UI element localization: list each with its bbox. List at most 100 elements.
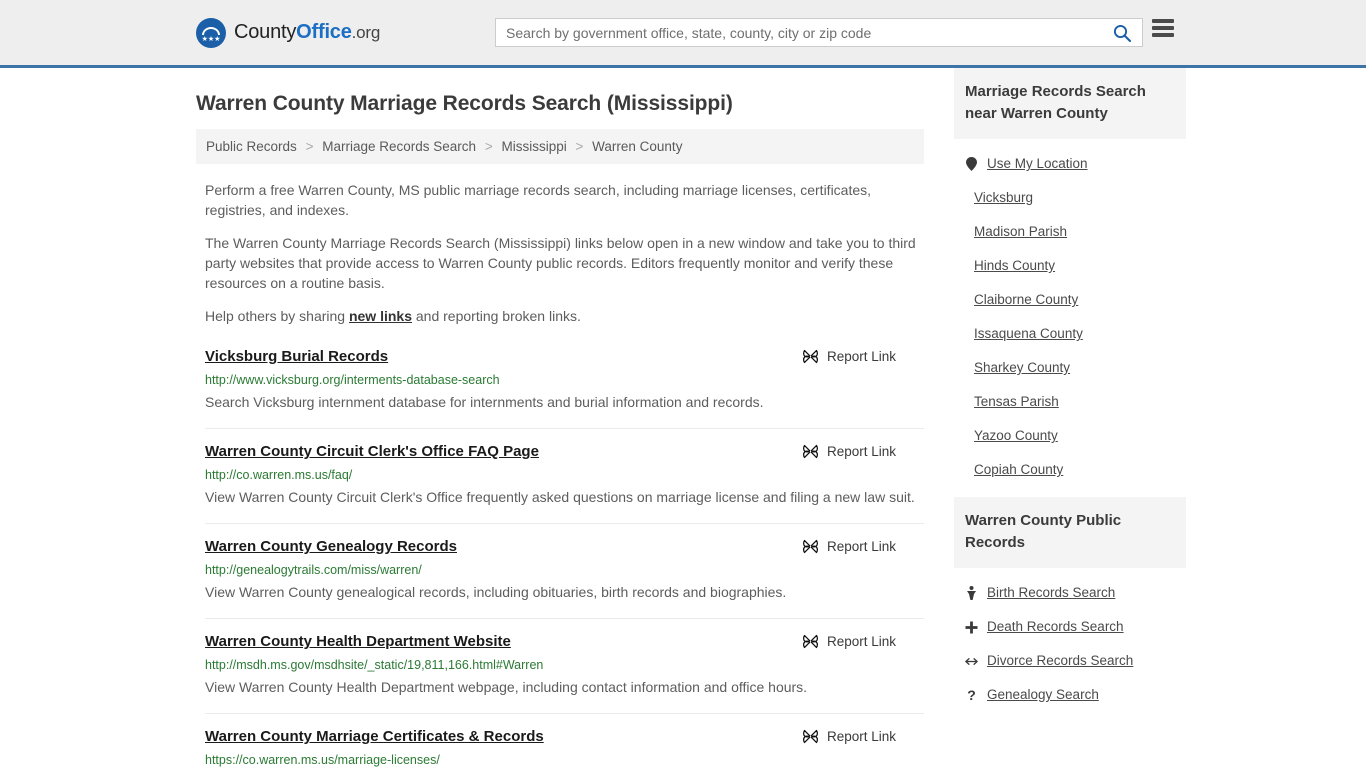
sidebar-nearby-item[interactable]: Madison Parish <box>965 215 1186 249</box>
intro-paragraph-3: Help others by sharing new links and rep… <box>196 306 924 326</box>
sidebar-nearby-link[interactable]: Madison Parish <box>974 223 1067 241</box>
sidebar-nearby-link[interactable]: Claiborne County <box>974 291 1078 309</box>
sidebar-public-records-link[interactable]: Divorce Records Search <box>987 652 1133 670</box>
sidebar-nearby-link[interactable]: Issaquena County <box>974 325 1083 343</box>
sidebar-public-records-item[interactable]: Divorce Records Search <box>965 644 1186 678</box>
broken-link-icon <box>802 444 818 459</box>
report-link-label: Report Link <box>826 634 896 649</box>
broken-link-icon <box>802 634 818 649</box>
report-link-button[interactable]: Report Link <box>802 728 924 745</box>
breadcrumb-separator: > <box>575 139 584 154</box>
sidebar-nearby-link[interactable]: Yazoo County <box>974 427 1058 445</box>
breadcrumb: Public Records > Marriage Records Search… <box>196 129 924 164</box>
breadcrumb-item-2[interactable]: Mississippi <box>501 139 566 154</box>
breadcrumb-separator: > <box>484 139 493 154</box>
resource-link-description: View Warren County Health Department web… <box>205 679 808 695</box>
resource-link-description: View Warren County genealogical records,… <box>205 584 787 600</box>
breadcrumb-item-1[interactable]: Marriage Records Search <box>322 139 476 154</box>
broken-link-icon <box>802 349 818 364</box>
sidebar-nearby-heading: Marriage Records Search near Warren Coun… <box>954 68 1186 139</box>
site-header: ★★★ CountyOffice.org <box>0 0 1366 68</box>
resource-link-item: Warren County Genealogy Records Report Li… <box>205 523 924 618</box>
resource-link-description: Search Vicksburg internment database for… <box>205 394 764 410</box>
search-input[interactable] <box>496 19 1108 46</box>
page-title: Warren County Marriage Records Search (M… <box>196 92 733 115</box>
sidebar-public-records-heading: Warren County Public Records <box>954 497 1186 568</box>
sidebar-nearby-link[interactable]: Use My Location <box>987 155 1088 173</box>
resource-link-title[interactable]: Warren County Genealogy Records <box>205 537 457 556</box>
intro-text: Perform a free Warren County, MS public … <box>196 180 924 326</box>
resource-link-item: Warren County Circuit Clerk's Office FAQ… <box>205 428 924 523</box>
sidebar-nearby-link[interactable]: Sharkey County <box>974 359 1070 377</box>
resource-link-title[interactable]: Warren County Circuit Clerk's Office FAQ… <box>205 442 539 461</box>
intro-p3-after: and reporting broken links. <box>412 308 581 324</box>
sidebar-nearby-item[interactable]: Hinds County <box>965 249 1186 283</box>
resource-link-title[interactable]: Warren County Marriage Certificates & Re… <box>205 727 544 746</box>
resource-link-item: Warren County Marriage Certificates & Re… <box>205 713 924 768</box>
sidebar-nearby-link[interactable]: Tensas Parish <box>974 393 1059 411</box>
resource-link-url: http://msdh.ms.gov/msdhsite/_static/19,8… <box>205 658 544 672</box>
report-link-button[interactable]: Report Link <box>802 633 924 650</box>
sidebar-public-records-item[interactable]: Birth Records Search <box>965 576 1186 610</box>
baby-icon <box>965 586 978 600</box>
map-pin-icon <box>965 157 978 171</box>
report-link-button[interactable]: Report Link <box>802 538 924 555</box>
cross-icon <box>965 621 978 633</box>
brand-part-tld: .org <box>351 23 381 42</box>
sidebar-nearby-link[interactable]: Copiah County <box>974 461 1063 479</box>
resource-link-item: Warren County Health Department Website R… <box>205 618 924 713</box>
resource-link-url: http://www.vicksburg.org/interments-data… <box>205 373 500 387</box>
resource-link-title[interactable]: Warren County Health Department Website <box>205 632 511 651</box>
sidebar-nearby-link[interactable]: Hinds County <box>974 257 1055 275</box>
sidebar-public-records-list: Birth Records Search Death Records Search… <box>954 568 1186 712</box>
intro-paragraph-2: The Warren County Marriage Records Searc… <box>205 235 916 291</box>
sidebar-public-records-link[interactable]: Genealogy Search <box>987 686 1099 704</box>
sidebar: Marriage Records Search near Warren Coun… <box>954 68 1186 768</box>
resource-link-url: https://co.warren.ms.us/marriage-license… <box>205 753 440 767</box>
sidebar-public-records-link[interactable]: Death Records Search <box>987 618 1124 636</box>
sidebar-public-records-item[interactable]: ? Genealogy Search <box>965 678 1186 712</box>
report-link-label: Report Link <box>826 349 896 364</box>
report-link-button[interactable]: Report Link <box>802 443 924 460</box>
brand-part-office: Office <box>296 21 352 43</box>
sidebar-nearby-item[interactable]: Copiah County <box>965 453 1186 487</box>
search-icon <box>1113 24 1132 42</box>
sidebar-nearby-item[interactable]: Use My Location <box>965 147 1186 181</box>
hamburger-menu-icon[interactable] <box>1152 19 1174 37</box>
search-button[interactable] <box>1108 23 1142 43</box>
sidebar-nearby-item[interactable]: Sharkey County <box>965 351 1186 385</box>
sidebar-nearby-box: Marriage Records Search near Warren Coun… <box>954 68 1186 487</box>
breadcrumb-item-0[interactable]: Public Records <box>206 139 297 154</box>
new-links-link[interactable]: new links <box>349 308 412 324</box>
eagle-seal-icon: ★★★ <box>196 17 226 48</box>
page-container: Warren County Marriage Records Search (M… <box>0 68 1366 768</box>
sidebar-nearby-item[interactable]: Tensas Parish <box>965 385 1186 419</box>
sidebar-public-records-link[interactable]: Birth Records Search <box>987 584 1115 602</box>
report-link-label: Report Link <box>826 729 896 744</box>
intro-p3-before: Help others by sharing <box>205 308 349 324</box>
search-bar <box>495 18 1143 47</box>
report-link-button[interactable]: Report Link <box>802 348 924 365</box>
left-right-arrow-icon <box>965 656 978 667</box>
sidebar-nearby-item[interactable]: Yazoo County <box>965 419 1186 453</box>
breadcrumb-item-3[interactable]: Warren County <box>592 139 682 154</box>
sidebar-nearby-item[interactable]: Claiborne County <box>965 283 1186 317</box>
sidebar-nearby-item[interactable]: Vicksburg <box>965 181 1186 215</box>
resource-link-item: Vicksburg Burial Records Report Link http:… <box>205 339 924 428</box>
sidebar-nearby-item[interactable]: Issaquena County <box>965 317 1186 351</box>
intro-paragraph-1: Perform a free Warren County, MS public … <box>205 182 872 218</box>
sidebar-nearby-link[interactable]: Vicksburg <box>974 189 1033 207</box>
sidebar-public-records-item[interactable]: Death Records Search <box>965 610 1186 644</box>
site-logo[interactable]: ★★★ CountyOffice.org <box>196 17 381 48</box>
cross-icon <box>965 621 978 634</box>
map-pin-icon <box>966 157 977 171</box>
resource-link-url: http://genealogytrails.com/miss/warren/ <box>205 563 422 577</box>
baby-icon <box>967 586 976 600</box>
resource-link-list: Vicksburg Burial Records Report Link http:… <box>196 339 924 768</box>
left-right-arrow-icon <box>965 657 978 665</box>
breadcrumb-separator: > <box>305 139 314 154</box>
logo-stars: ★★★ <box>201 35 221 43</box>
question-mark-icon: ? <box>965 688 978 702</box>
report-link-label: Report Link <box>826 444 896 459</box>
resource-link-title[interactable]: Vicksburg Burial Records <box>205 347 388 366</box>
